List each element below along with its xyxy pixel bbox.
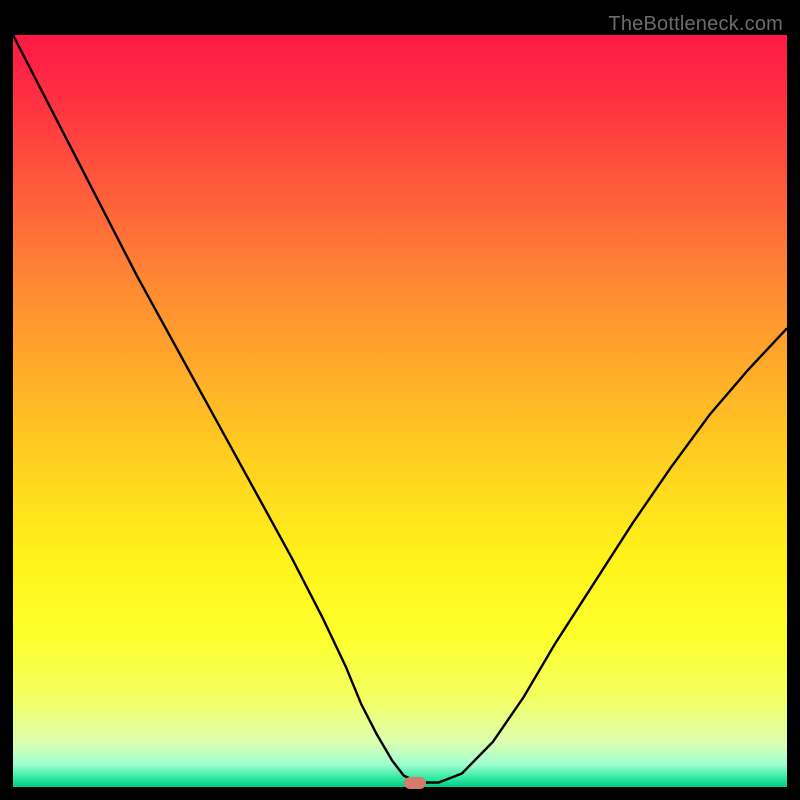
chart-frame: TheBottleneck.com <box>13 13 787 787</box>
curve-path <box>13 35 787 782</box>
plot-area <box>13 35 787 787</box>
optimum-marker <box>404 777 426 789</box>
attribution-label: TheBottleneck.com <box>608 13 783 36</box>
bottleneck-curve <box>13 35 787 787</box>
